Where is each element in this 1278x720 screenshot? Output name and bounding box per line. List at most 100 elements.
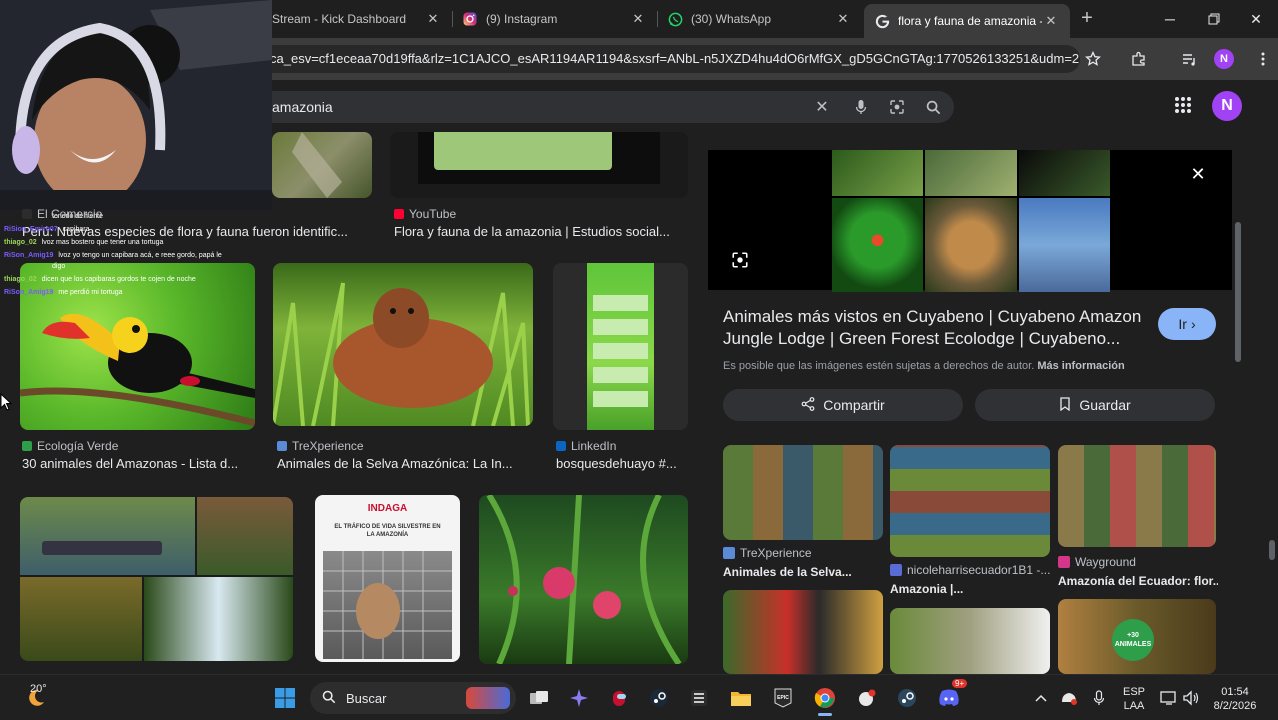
panel-hero-image[interactable] (708, 150, 1232, 292)
result-source[interactable]: Ecología Verde (22, 439, 118, 453)
address-bar[interactable]: ca_esv=cf1eceaa70d19ffa&rlz=1C1AJCO_esAR… (260, 45, 1080, 73)
result-source-label: El Comercio (37, 207, 103, 221)
chat-username: RiSon_Amig19 (4, 252, 54, 259)
save-button[interactable]: Guardar (975, 389, 1215, 421)
weather-widget[interactable]: 20° (16, 683, 56, 713)
steam-alt-icon[interactable] (892, 683, 922, 713)
file-explorer-icon[interactable] (726, 683, 756, 713)
epic-games-icon[interactable]: EPIC (768, 683, 798, 713)
chrome-icon[interactable] (810, 683, 840, 716)
result-source[interactable]: El Comercio (22, 207, 102, 221)
related-source-label: nicoleharrisecuador1B1 -... (907, 563, 1051, 577)
result-caption[interactable]: 30 animales del Amazonas - Lista d... (22, 456, 254, 471)
close-panel-icon[interactable]: ✕ (1188, 164, 1208, 184)
related-image[interactable] (723, 590, 883, 674)
tab-close-icon[interactable]: ✕ (424, 10, 442, 28)
clear-search-icon[interactable]: ✕ (812, 97, 832, 117)
search-highlight-image (466, 687, 510, 709)
tab-close-icon[interactable]: ✕ (629, 10, 647, 28)
tray-overflow-icon[interactable] (1026, 683, 1056, 713)
search-inside-image-icon[interactable] (730, 250, 750, 270)
app-notification-icon[interactable] (852, 683, 882, 713)
visit-site-button[interactable]: Ir › (1158, 308, 1216, 340)
related-caption[interactable]: Amazonia |... (890, 582, 1050, 596)
result-image-indaga[interactable]: INDAGA EL TRÁFICO DE VIDA SILVESTRE EN L… (315, 495, 460, 662)
taskbar-search[interactable]: Buscar (310, 682, 516, 714)
result-image-infographic[interactable] (553, 263, 688, 430)
related-caption[interactable]: Animales de la Selva... (723, 565, 883, 579)
whatsapp-icon (667, 11, 683, 27)
nicoleharris-icon (890, 564, 902, 576)
search-query[interactable]: amazonia (272, 91, 333, 123)
menu-kebab-icon[interactable] (1252, 48, 1274, 70)
chat-message: RiSion_Emiro07 capibara (4, 224, 90, 235)
result-image[interactable] (390, 132, 688, 198)
animals-badge: +30 ANIMALES (1112, 619, 1154, 661)
share-label: Compartir (823, 397, 885, 413)
related-source[interactable]: TreXperience (723, 546, 812, 560)
result-image[interactable] (272, 132, 372, 198)
related-image[interactable]: +30 ANIMALES (1058, 599, 1216, 674)
related-source[interactable]: Wayground (1058, 555, 1136, 569)
result-image-flowers[interactable] (479, 495, 688, 664)
among-us-icon[interactable] (604, 683, 634, 713)
lens-search-icon[interactable] (887, 97, 907, 117)
result-image-capybara[interactable] (273, 263, 533, 426)
chat-text: dicen que los capibaras gordos te cojen … (41, 276, 196, 283)
microphone-icon[interactable] (1084, 683, 1114, 713)
new-tab-button[interactable]: + (1076, 8, 1098, 30)
tab-whatsapp[interactable]: (30) WhatsApp ✕ (657, 0, 862, 38)
account-avatar[interactable]: N (1212, 91, 1242, 121)
clock[interactable]: 01:54 8/2/2026 (1200, 685, 1270, 713)
language-indicator[interactable]: ESP LAA (1116, 685, 1152, 713)
related-image[interactable] (890, 608, 1050, 674)
tab-kick-dashboard[interactable]: Stream - Kick Dashboard ✕ (262, 0, 452, 38)
profile-avatar-small[interactable]: N (1214, 49, 1234, 69)
tab-close-icon[interactable]: ✕ (1042, 12, 1060, 30)
share-button[interactable]: Compartir (723, 389, 963, 421)
panel-scrollbar[interactable] (1233, 152, 1243, 656)
tab-instagram[interactable]: (9) Instagram ✕ (452, 0, 657, 38)
windows-start-icon[interactable] (270, 683, 300, 713)
related-caption[interactable]: Amazonía del Ecuador: flor... (1058, 574, 1218, 588)
maximize-icon[interactable] (1200, 6, 1228, 32)
steam-icon[interactable] (644, 683, 674, 713)
chat-message: thiago_02 lvoz mas bostero que tener una… (4, 237, 163, 248)
search-box[interactable]: amazonia ✕ (248, 91, 954, 123)
extensions-icon[interactable] (1128, 48, 1150, 70)
discord-icon[interactable]: 9+ (934, 679, 968, 713)
tab-close-icon[interactable]: ✕ (834, 10, 852, 28)
result-source[interactable]: TreXperience (277, 439, 364, 453)
result-image-collage[interactable] (20, 497, 293, 661)
copilot-icon[interactable] (564, 683, 594, 713)
google-apps-icon[interactable] (1174, 96, 1196, 118)
scrollbar-thumb[interactable] (1269, 540, 1275, 560)
related-image[interactable] (890, 445, 1050, 557)
taskbar-search-label: Buscar (346, 690, 387, 706)
related-image[interactable] (723, 445, 883, 540)
related-source[interactable]: nicoleharrisecuador1B1 -... (890, 563, 1050, 577)
result-source[interactable]: LinkedIn (556, 439, 616, 453)
tab-google-search[interactable]: flora y fauna de amazonia - ✕ (864, 4, 1070, 38)
stream-chat-overlay: tenerlo de frente RiSion_Emiro07 capibar… (0, 210, 272, 300)
result-caption[interactable]: bosquesdehuayo #... (556, 456, 686, 471)
media-controls-icon[interactable] (1178, 48, 1200, 70)
result-caption[interactable]: Flora y fauna de la amazonia | Estudios … (394, 224, 686, 239)
search-icon[interactable] (923, 97, 943, 117)
result-source-label: TreXperience (292, 439, 364, 453)
chat-text: digo (52, 263, 66, 270)
capcut-icon[interactable] (684, 683, 714, 713)
bookmark-star-icon[interactable] (1082, 48, 1104, 70)
close-window-icon[interactable]: ✕ (1242, 6, 1270, 32)
tab-label: Stream - Kick Dashboard (272, 12, 407, 26)
minimize-icon[interactable]: ─ (1156, 6, 1184, 32)
voice-search-icon[interactable] (851, 97, 871, 117)
more-info-link[interactable]: Más información (1037, 360, 1124, 372)
page-scrollbar[interactable] (1266, 80, 1278, 674)
tray-app-icon[interactable] (1054, 683, 1084, 713)
task-view-icon[interactable] (524, 683, 554, 713)
related-image[interactable] (1058, 445, 1216, 547)
result-source[interactable]: YouTube (394, 207, 456, 221)
panel-title[interactable]: Animales más vistos en Cuyabeno | Cuyabe… (723, 306, 1143, 350)
result-caption[interactable]: Animales de la Selva Amazónica: La In... (277, 456, 533, 471)
